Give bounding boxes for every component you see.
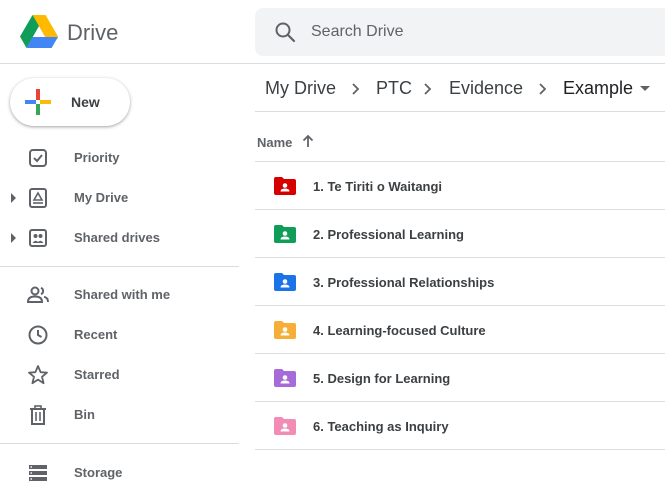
folder-name: 5. Design for Learning bbox=[313, 371, 451, 386]
sidebar-item-label: My Drive bbox=[74, 190, 129, 205]
folder-name: 1. Te Tiriti o Waitangi bbox=[313, 179, 443, 194]
file-list-header: Name bbox=[255, 120, 665, 162]
sidebar-item-storage[interactable]: Storage bbox=[0, 453, 239, 492]
top-bar: Drive bbox=[0, 0, 665, 64]
sidebar-item-shared-with-me[interactable]: Shared with me bbox=[0, 275, 239, 315]
breadcrumb: My Drive PTC Evidence Example bbox=[255, 66, 665, 112]
table-row[interactable]: 5. Design for Learning bbox=[255, 354, 665, 402]
shared-folder-icon bbox=[274, 369, 296, 387]
shared-folder-icon bbox=[274, 273, 296, 291]
breadcrumb-item-my-drive[interactable]: My Drive bbox=[265, 78, 336, 99]
new-button-label: New bbox=[71, 94, 100, 110]
my-drive-icon bbox=[29, 188, 47, 208]
sidebar-item-shared-drives[interactable]: Shared drives bbox=[0, 218, 239, 258]
table-row[interactable]: 3. Professional Relationships bbox=[255, 258, 665, 306]
clock-icon bbox=[28, 325, 48, 345]
drive-logo-icon[interactable] bbox=[20, 15, 58, 49]
sidebar-item-starred[interactable]: Starred bbox=[0, 355, 239, 395]
table-row[interactable]: 2. Professional Learning bbox=[255, 210, 665, 258]
sidebar-item-label: Starred bbox=[74, 367, 120, 382]
chevron-right-icon bbox=[539, 83, 547, 95]
sidebar-item-recent[interactable]: Recent bbox=[0, 315, 239, 355]
table-row[interactable]: 4. Learning-focused Culture bbox=[255, 306, 665, 354]
folder-name: 2. Professional Learning bbox=[313, 227, 464, 242]
priority-icon bbox=[29, 149, 47, 167]
shared-folder-icon bbox=[274, 225, 296, 243]
shared-with-me-icon bbox=[26, 286, 49, 303]
breadcrumb-item-evidence[interactable]: Evidence bbox=[449, 78, 523, 99]
chevron-right-icon bbox=[352, 83, 360, 95]
breadcrumb-item-ptc[interactable]: PTC bbox=[376, 78, 412, 99]
storage-icon bbox=[29, 465, 47, 481]
sidebar-divider bbox=[0, 266, 239, 267]
shared-folder-icon bbox=[274, 321, 296, 339]
sidebar-item-label: Bin bbox=[74, 407, 95, 422]
expand-arrow-icon[interactable] bbox=[11, 233, 16, 243]
sidebar-item-priority[interactable]: Priority bbox=[0, 138, 239, 178]
sidebar-divider bbox=[0, 443, 239, 444]
new-button[interactable]: New bbox=[10, 78, 130, 126]
search-input[interactable] bbox=[311, 20, 651, 44]
sidebar-item-label: Priority bbox=[74, 150, 120, 165]
breadcrumb-item-current[interactable]: Example bbox=[563, 78, 633, 99]
shared-drives-icon bbox=[29, 229, 47, 247]
search-icon[interactable] bbox=[273, 20, 297, 44]
trash-icon bbox=[30, 405, 46, 425]
star-icon bbox=[28, 365, 48, 385]
shared-folder-icon bbox=[274, 177, 296, 195]
sort-arrow-up-icon[interactable] bbox=[300, 133, 316, 149]
plus-icon bbox=[25, 89, 51, 115]
app-name: Drive bbox=[67, 20, 119, 45]
folder-name: 6. Teaching as Inquiry bbox=[313, 419, 449, 434]
sidebar-item-label: Storage bbox=[74, 465, 123, 480]
sidebar-item-label: Recent bbox=[74, 327, 118, 342]
column-header-name[interactable]: Name bbox=[257, 135, 292, 150]
folder-name: 4. Learning-focused Culture bbox=[313, 323, 486, 338]
shared-folder-icon bbox=[274, 417, 296, 435]
sidebar-item-my-drive[interactable]: My Drive bbox=[0, 178, 239, 218]
folder-name: 3. Professional Relationships bbox=[313, 275, 495, 290]
chevron-down-icon[interactable] bbox=[640, 86, 650, 91]
table-row[interactable]: 1. Te Tiriti o Waitangi bbox=[255, 162, 665, 210]
search-bar[interactable] bbox=[255, 8, 665, 56]
sidebar-item-bin[interactable]: Bin bbox=[0, 395, 239, 435]
sidebar-item-label: Shared with me bbox=[74, 287, 171, 302]
sidebar-item-label: Shared drives bbox=[74, 230, 160, 245]
chevron-right-icon bbox=[424, 83, 432, 95]
expand-arrow-icon[interactable] bbox=[11, 193, 16, 203]
table-row[interactable]: 6. Teaching as Inquiry bbox=[255, 402, 665, 450]
